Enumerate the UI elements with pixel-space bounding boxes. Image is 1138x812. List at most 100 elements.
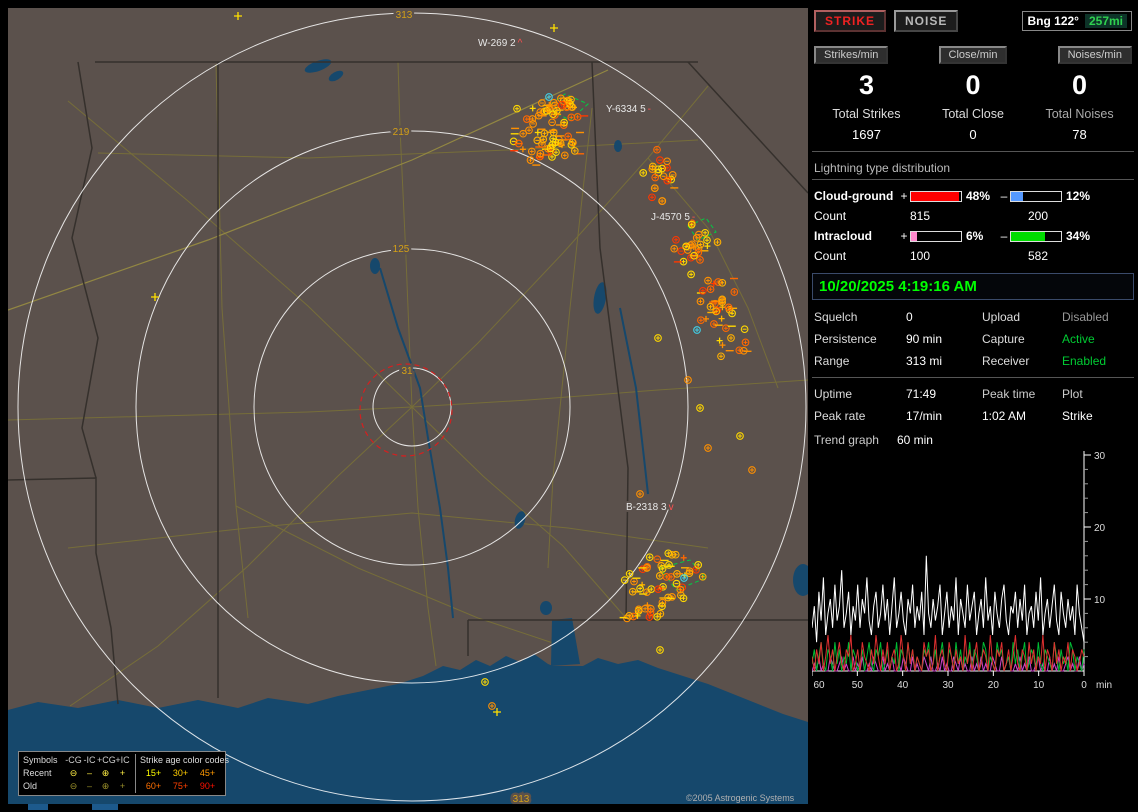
trend-y-tick-label: 10 [1094, 595, 1106, 606]
storm-cell-label: Y-6334 5- [606, 104, 651, 115]
receiver-label: Receiver [982, 354, 1030, 368]
intracloud-label: Intracloud [814, 229, 873, 243]
circle-minus-icon: ⊖ [69, 781, 78, 791]
trend-graph-chart: 10 20 30 60 50 40 30 20 10 0 min [812, 451, 1112, 691]
trend-header: Trend graph 60 min [814, 433, 1132, 447]
plus-sign: + [900, 189, 908, 203]
close-per-min-button[interactable]: Close/min [938, 46, 1008, 64]
strikes-per-min-button[interactable]: Strikes/min [814, 46, 889, 64]
legend-row-old-label: Old [23, 781, 38, 791]
ic-positive-count: 100 [910, 249, 931, 263]
ring-distance-label: 219 [393, 127, 410, 138]
water-fragment [28, 804, 48, 810]
total-close-value: 0 [969, 127, 977, 142]
legend-col-neg-cg: -CG [65, 755, 82, 765]
upload-status: Disabled [1062, 310, 1109, 324]
total-noises-value: 78 [1072, 127, 1087, 142]
age-badge-90: 90+ [199, 781, 216, 791]
close-per-min-value: 0 [965, 70, 981, 100]
count-label: Count [814, 209, 847, 223]
trend-series-strikes [812, 555, 1085, 643]
ring-distance-label: 125 [393, 244, 410, 255]
legend-col-neg-ic: -IC [83, 755, 96, 765]
legend-symbols-header: Symbols [23, 755, 58, 765]
noises-per-min-value: 0 [1072, 70, 1088, 100]
ic-positive-pct: 6% [966, 229, 984, 243]
squelch-value: 0 [906, 310, 913, 324]
age-badge-15: 15+ [145, 768, 162, 778]
strike-button[interactable]: STRIKE [814, 10, 887, 32]
trend-x-tick-label: 30 [942, 680, 954, 691]
total-strikes-value: 1697 [852, 127, 881, 142]
ring-distance-label: 313 [396, 10, 413, 21]
storm-cell-label: J-4570 5- [651, 212, 695, 223]
sidebar-panel: STRIKE NOISE Bng 122° 257mi Strikes/min … [812, 8, 1134, 804]
plot-mode-value: Strike [1062, 409, 1093, 423]
cg-positive-count: 815 [910, 209, 931, 223]
bearing-label: Bng 122° [1027, 14, 1079, 28]
copyright-text: ©2005 Astrogenic Systems [686, 793, 795, 803]
storm-cell-label: B-2318 3v [626, 502, 674, 513]
age-badge-45: 45+ [199, 768, 216, 778]
divider [812, 151, 1134, 152]
dash-icon: – [86, 768, 92, 778]
cg-negative-bar [1010, 190, 1062, 202]
persistence-value: 90 min [906, 332, 943, 346]
ring-distance-label: 313 [513, 794, 530, 804]
legend-col-pos-ic: +IC [115, 755, 130, 765]
map-legend: Symbols -CG -IC +CG +IC Recent ⊖ – ⊕ + O… [18, 751, 229, 796]
ic-negative-count: 582 [1028, 249, 1049, 263]
total-close-label: Total Close [942, 107, 1004, 121]
trend-x-tick-label: 60 [813, 680, 825, 691]
circle-plus-icon: ⊕ [101, 781, 110, 791]
ic-negative-bar [1010, 230, 1062, 242]
trend-x-tick-label: 40 [897, 680, 909, 691]
water-fragment [92, 804, 118, 810]
distribution-title: Lightning type distribution [814, 161, 951, 175]
total-noises-label: Total Noises [1045, 107, 1114, 121]
peak-time-label: Peak time [982, 387, 1036, 401]
cg-positive-bar [910, 190, 962, 202]
trend-x-unit-label: min [1096, 680, 1112, 691]
age-badge-30: 30+ [172, 768, 189, 778]
cg-negative-fill [1011, 191, 1023, 201]
trend-graph-window: 60 min [896, 433, 933, 447]
ring-distance-label: 31 [401, 366, 413, 377]
trend-y-tick-label: 30 [1094, 451, 1106, 462]
status-grid: Uptime 71:49 Peak time Plot Peak rate 17… [814, 387, 1132, 423]
trend-x-tick-label: 0 [1081, 680, 1087, 691]
range-label: Range [814, 354, 850, 368]
peak-rate-label: Peak rate [814, 409, 866, 423]
legend-row-recent-label: Recent [23, 768, 52, 778]
lightning-map[interactable]: 313 219 125 31 313 W-269 2 ^ Y-6334 5- J-4570 5… [8, 8, 808, 804]
age-badge-75: 75+ [172, 781, 189, 791]
trend-x-tick-label: 10 [1033, 680, 1045, 691]
trend-y-tick-label: 20 [1094, 523, 1106, 534]
legend-age-grid: Strike age color codes 15+ 30+ 45+ 60+ 7… [135, 754, 229, 793]
trend-x-tick-label: 50 [852, 680, 864, 691]
ic-positive-bar [910, 230, 962, 242]
legend-symbols-grid: Symbols -CG -IC +CG +IC Recent ⊖ – ⊕ + O… [23, 754, 131, 793]
capture-status: Active [1062, 332, 1095, 346]
cg-negative-pct: 12% [1066, 189, 1091, 203]
plus-icon: + [119, 781, 126, 791]
peak-rate-value: 17/min [906, 409, 943, 423]
ic-positive-fill [911, 231, 917, 241]
legend-col-pos-cg: +CG [97, 755, 116, 765]
minus-sign: – [1000, 189, 1008, 203]
cg-positive-pct: 48% [966, 189, 991, 203]
intracloud-row: Intracloud + 6% – 34% [814, 229, 1132, 243]
noises-per-min-button[interactable]: Noises/min [1057, 46, 1132, 64]
uptime-label: Uptime [814, 387, 853, 401]
trend-graph-label: Trend graph [814, 433, 879, 447]
plus-icon: + [119, 768, 126, 778]
noise-button[interactable]: NOISE [894, 10, 959, 32]
cg-negative-count: 200 [1028, 209, 1049, 223]
divider [812, 377, 1134, 378]
age-badge-60: 60+ [145, 781, 162, 791]
count-label: Count [814, 249, 847, 263]
cg-positive-fill [911, 191, 959, 201]
cloud-ground-label: Cloud-ground [814, 189, 894, 203]
ic-count-row: Count 100 582 [814, 249, 1132, 263]
bearing-display: Bng 122° 257mi [1022, 11, 1132, 31]
